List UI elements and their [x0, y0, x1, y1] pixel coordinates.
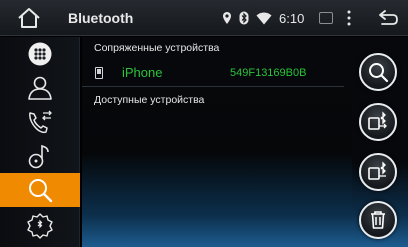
contacts-icon [28, 76, 52, 100]
action-bar [352, 37, 408, 247]
sidebar-item-call-log[interactable] [0, 105, 80, 139]
top-bar: Bluetooth 6:10 [0, 0, 408, 36]
status-bar: 6:10 [222, 8, 334, 28]
back-button[interactable] [376, 8, 400, 28]
available-devices-header: Доступные устройства [94, 94, 205, 106]
device-address: 549F13169B0B [230, 67, 307, 79]
delete-button[interactable] [359, 201, 397, 239]
sim-icon [319, 12, 334, 24]
sidebar-item-contacts[interactable] [0, 71, 80, 105]
search-icon [369, 63, 389, 83]
settings-icon [27, 213, 53, 239]
home-icon [18, 8, 40, 28]
sidebar-item-search[interactable] [0, 173, 80, 207]
bluetooth-connect-icon [368, 111, 387, 130]
call-log-icon [29, 110, 52, 134]
phone-icon [95, 67, 103, 79]
disconnect-button[interactable] [359, 153, 397, 191]
search-icon [29, 179, 53, 203]
paired-devices-header: Сопряженные устройства [94, 42, 220, 54]
more-menu-icon[interactable] [346, 9, 352, 27]
sidebar-item-music[interactable] [0, 139, 80, 173]
connect-button[interactable] [359, 103, 397, 141]
bluetooth-status-icon [239, 11, 249, 25]
sidebar-item-settings[interactable] [0, 209, 80, 243]
device-name: iPhone [122, 65, 163, 80]
back-icon [379, 10, 398, 25]
music-icon [28, 144, 49, 169]
search-devices-button[interactable] [359, 53, 397, 91]
device-list-panel: Сопряженные устройства iPhone 549F13169B… [82, 37, 352, 247]
apps-icon [28, 42, 52, 66]
bluetooth-disconnect-icon [368, 161, 386, 180]
location-pin-icon [223, 12, 231, 24]
wifi-icon [256, 12, 272, 24]
app-title: Bluetooth [68, 10, 134, 26]
trash-icon [371, 211, 385, 229]
sidebar-item-apps[interactable] [0, 37, 80, 71]
clock: 6:10 [279, 10, 305, 26]
sidebar [0, 37, 80, 247]
home-button[interactable] [16, 6, 42, 30]
paired-device-row[interactable]: iPhone 549F13169B0B [82, 59, 344, 87]
